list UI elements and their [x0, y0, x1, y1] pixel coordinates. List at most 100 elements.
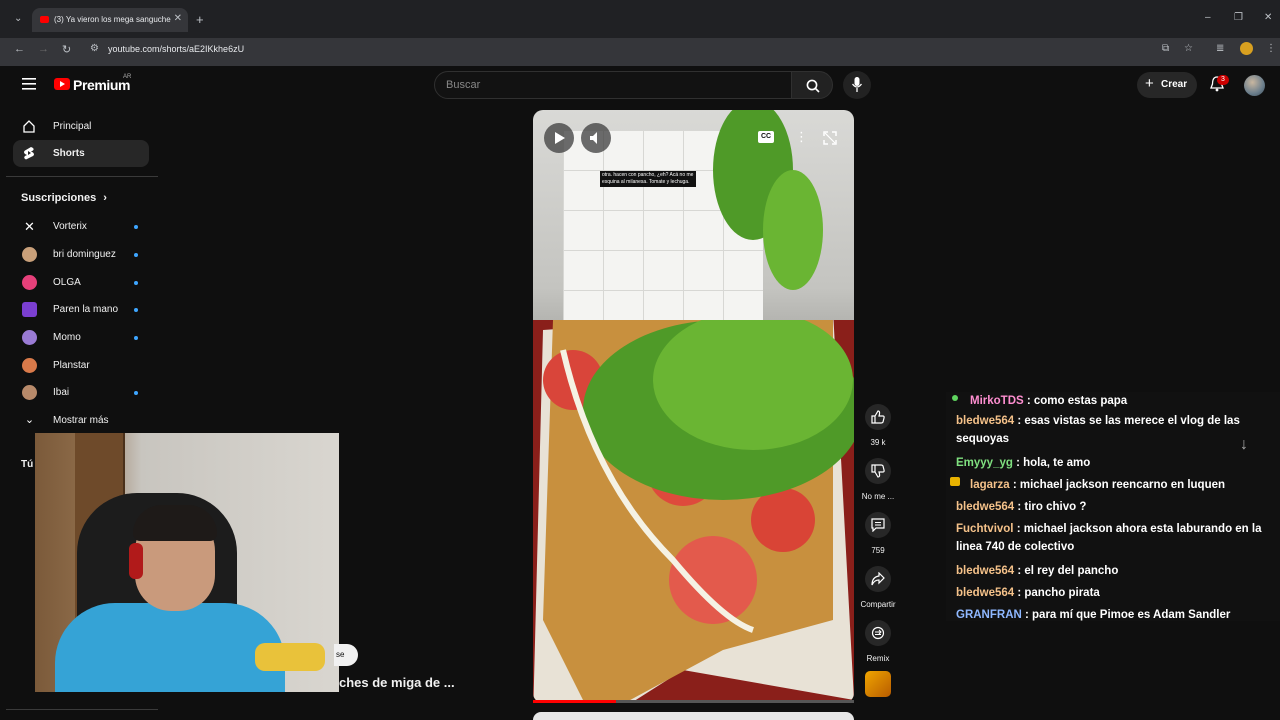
- short-title-partial: ches de miga de ...: [339, 675, 455, 690]
- new-content-dot: [134, 281, 138, 285]
- show-more-button[interactable]: ⌄ Mostrar más: [13, 407, 149, 434]
- chat-message: lagarza : michael jackson reencarno en l…: [950, 476, 1276, 494]
- channel-avatar: [22, 302, 37, 317]
- search-input[interactable]: Buscar: [434, 71, 792, 99]
- subscription-bri-dominguez[interactable]: bri dominguez: [13, 241, 149, 268]
- sidebar-item-label: Principal: [53, 121, 92, 132]
- subscription-label: Ibai: [53, 387, 70, 398]
- chevron-down-icon: ⌄: [24, 414, 35, 426]
- restore-icon[interactable]: ❐: [1234, 12, 1243, 23]
- close-tab-icon[interactable]: ✕: [174, 13, 182, 24]
- video-caption-text: otra. hacen con pancho, ¿eh? Acá no me e…: [600, 171, 696, 187]
- sidebar-divider: [6, 709, 158, 710]
- youtube-favicon-icon: [40, 16, 49, 23]
- subscription-vorterix[interactable]: ✕ Vorterix: [13, 213, 149, 240]
- video-progress-fill: [533, 700, 617, 703]
- sidebar-item-shorts[interactable]: Shorts: [13, 140, 149, 167]
- subscription-momo[interactable]: Momo: [13, 324, 149, 351]
- play-button[interactable]: [544, 123, 574, 153]
- hamburger-menu-icon[interactable]: [22, 78, 36, 90]
- thumbs-down-icon: [871, 464, 885, 478]
- chat-username: Emyyy_yg: [956, 457, 1013, 469]
- chat-username: Fuchtvivol: [956, 523, 1014, 535]
- sidebar-item-principal[interactable]: Principal: [13, 113, 149, 140]
- comments-button[interactable]: [865, 512, 891, 538]
- share-label: Compartir: [860, 600, 896, 609]
- chrome-menu-icon[interactable]: ⋮: [1266, 43, 1276, 54]
- remix-icon: [871, 626, 885, 640]
- home-icon: [23, 120, 35, 133]
- webcam-person-shirt: [55, 603, 285, 692]
- chat-message: MirkoTDS : como estas papa: [950, 392, 1276, 410]
- minimize-icon[interactable]: –: [1205, 12, 1211, 23]
- thumbs-up-icon: [871, 410, 885, 424]
- site-info-icon[interactable]: ⚙: [90, 43, 99, 54]
- tab-search-icon[interactable]: ⌄: [14, 13, 22, 24]
- remix-button[interactable]: [865, 620, 891, 646]
- channel-avatar: [22, 275, 37, 290]
- share-arrow-icon: [871, 572, 885, 586]
- browser-tab-active[interactable]: (3) Ya vieron los mega sanguche ✕: [32, 8, 188, 32]
- chat-text: : pancho pirata: [1014, 587, 1100, 599]
- new-content-dot: [134, 308, 138, 312]
- search-icon: [806, 79, 820, 93]
- new-tab-icon[interactable]: +: [196, 12, 204, 27]
- fullscreen-icon[interactable]: [823, 131, 837, 145]
- you-section-heading[interactable]: Tú: [21, 459, 33, 470]
- forward-icon[interactable]: →: [38, 43, 49, 55]
- new-content-dot: [134, 225, 138, 229]
- subscription-paren-la-mano[interactable]: Paren la mano: [13, 296, 149, 323]
- install-icon[interactable]: ⧉: [1162, 43, 1169, 54]
- chat-text: : como estas papa: [1023, 395, 1128, 407]
- url-field[interactable]: youtube.com/shorts/aE2IKkhe6zU: [108, 44, 244, 54]
- reload-icon[interactable]: ↻: [62, 43, 71, 56]
- microphone-icon: [852, 77, 862, 92]
- volume-icon: [590, 132, 597, 144]
- subscribe-pill-partial[interactable]: se: [334, 644, 358, 666]
- profile-avatar-icon[interactable]: [1240, 42, 1253, 55]
- browser-tab-strip: [0, 0, 1280, 38]
- next-short-preview[interactable]: [533, 712, 854, 720]
- short-video-player[interactable]: CC ⋮: [533, 110, 854, 703]
- like-count: 39 k: [870, 438, 886, 447]
- chat-text: : hola, te amo: [1012, 457, 1091, 469]
- subscription-planstar[interactable]: Planstar: [13, 352, 149, 379]
- comment-icon: [871, 518, 885, 532]
- chat-username: lagarza: [970, 479, 1010, 491]
- subscription-label: bri dominguez: [53, 249, 116, 260]
- window-close-icon[interactable]: ✕: [1264, 12, 1272, 23]
- captions-icon[interactable]: CC: [758, 131, 774, 143]
- more-options-icon[interactable]: ⋮: [795, 129, 808, 145]
- subscription-ibai[interactable]: Ibai: [13, 379, 149, 406]
- chat-username: GRANFRAN: [956, 609, 1022, 621]
- bookmark-star-icon[interactable]: ☆: [1184, 43, 1193, 54]
- chat-message: Fuchtvivol : michael jackson ahora esta …: [950, 520, 1276, 556]
- account-avatar[interactable]: [1244, 75, 1265, 96]
- tab-title: (3) Ya vieron los mega sanguche: [54, 15, 171, 24]
- stream-chat-overlay: MirkoTDS : como estas papa bledwe564 : es…: [946, 392, 1280, 621]
- back-icon[interactable]: ←: [14, 43, 25, 55]
- remix-label: Remix: [866, 654, 890, 663]
- subscription-olga[interactable]: OLGA: [13, 269, 149, 296]
- like-button[interactable]: [865, 404, 891, 430]
- media-icon[interactable]: ≣: [1216, 43, 1224, 54]
- logo-text[interactable]: Premium: [73, 77, 131, 93]
- voice-search-button[interactable]: [843, 71, 871, 99]
- comment-count: 759: [871, 546, 885, 555]
- webcam-pillow: [255, 643, 325, 671]
- sandwich-image: [533, 320, 854, 703]
- chat-username: MirkoTDS: [970, 395, 1024, 407]
- chat-message: bledwe564 : esas vistas se las merece el…: [950, 412, 1276, 448]
- channel-avatar: [22, 330, 37, 345]
- search-button[interactable]: [791, 71, 833, 99]
- subscription-label: Planstar: [53, 360, 90, 371]
- chat-scroll-down-icon[interactable]: ↓: [1240, 436, 1248, 454]
- subscriptions-heading[interactable]: Suscripciones ›: [21, 192, 107, 204]
- region-code: AR: [123, 74, 132, 80]
- subscription-label: Paren la mano: [53, 304, 119, 315]
- share-button[interactable]: [865, 566, 891, 592]
- sound-thumbnail[interactable]: [865, 671, 891, 697]
- volume-button[interactable]: [581, 123, 611, 153]
- dislike-button[interactable]: [865, 458, 891, 484]
- dislike-label: No me ...: [861, 492, 895, 501]
